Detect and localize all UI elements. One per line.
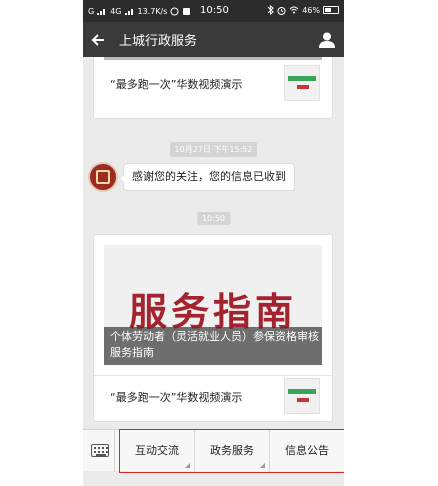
- app-header: 上城行政服务: [83, 22, 344, 57]
- menu-item-government-services[interactable]: 政务服务: [194, 430, 269, 472]
- submenu-indicator-icon: [260, 463, 265, 468]
- avatar-emblem: [96, 170, 110, 184]
- notification-icon: [170, 7, 179, 15]
- chat-area[interactable]: “最多跑一次”华数视频演示 10月27日 下午15:52 感谢您的关注，您的信息…: [83, 57, 344, 429]
- menu-item-label: 政务服务: [210, 444, 254, 457]
- article-thumbnail-2[interactable]: [284, 378, 320, 414]
- submenu-indicator-icon: [185, 463, 190, 468]
- page-title: 上城行政服务: [119, 34, 198, 49]
- keyboard-toggle[interactable]: [83, 430, 115, 472]
- signal-icon-2: [124, 9, 133, 15]
- article-item-title-2[interactable]: “最多跑一次”华数视频演示: [110, 389, 242, 405]
- clock: 10:50: [200, 5, 229, 16]
- back-arrow-icon[interactable]: [83, 22, 113, 57]
- battery-icon: [323, 6, 339, 14]
- carrier-label: G: [88, 6, 95, 16]
- signal-icon: [97, 9, 106, 15]
- article-card-2[interactable]: 服务指南 个体劳动者（灵活就业人员）参保资格审核服务指南 “最多跑一次”华数视频…: [93, 234, 333, 422]
- card-divider: [94, 375, 332, 376]
- phone-screen: G 4G 13.7K/s 10:50 46% 上城行政服务 “最多跑一次”华数视…: [83, 0, 344, 486]
- menu-item-label: 信息公告: [285, 444, 329, 457]
- article-banner[interactable]: 服务指南 个体劳动者（灵活就业人员）参保资格审核服务指南: [104, 245, 322, 365]
- bluetooth-icon: [267, 5, 274, 15]
- custom-menu: 互动交流 政务服务 信息公告: [119, 429, 344, 473]
- network-label: 4G: [110, 6, 122, 16]
- network-speed: 13.7K/s: [137, 6, 168, 16]
- menu-item-interaction[interactable]: 互动交流: [120, 430, 194, 472]
- menu-item-label: 互动交流: [135, 444, 179, 457]
- status-bar-right: 46%: [267, 5, 339, 15]
- alarm-icon: [277, 6, 286, 15]
- thumbnail-bar: [288, 76, 316, 81]
- user-icon[interactable]: [318, 31, 336, 49]
- bottom-menu-bar: 互动交流 政务服务 信息公告: [83, 429, 344, 473]
- article-thumbnail[interactable]: [284, 65, 320, 101]
- article-item-title[interactable]: “最多跑一次”华数视频演示: [110, 76, 242, 92]
- keyboard-icon: [91, 444, 109, 457]
- article-banner-partial: [104, 57, 322, 60]
- wifi-icon: [289, 6, 299, 14]
- thumbnail-mark: [297, 85, 309, 89]
- status-bar-left: G 4G 13.7K/s: [88, 7, 191, 16]
- status-bar: G 4G 13.7K/s 10:50 46%: [83, 0, 344, 22]
- timestamp-2: 10:50: [196, 212, 231, 225]
- banner-caption: 个体劳动者（灵活就业人员）参保资格审核服务指南: [110, 330, 319, 359]
- app-notification-icon: [183, 7, 191, 15]
- avatar[interactable]: [88, 162, 118, 192]
- battery-percent: 46%: [302, 5, 320, 15]
- article-card[interactable]: “最多跑一次”华数视频演示: [93, 57, 333, 119]
- message-bubble[interactable]: 感谢您的关注，您的信息已收到: [119, 163, 295, 191]
- thumbnail-bar-2: [288, 389, 316, 394]
- menu-item-announcements[interactable]: 信息公告: [269, 430, 344, 472]
- thumbnail-mark-2: [297, 398, 309, 402]
- timestamp: 10月27日 下午15:52: [169, 142, 258, 157]
